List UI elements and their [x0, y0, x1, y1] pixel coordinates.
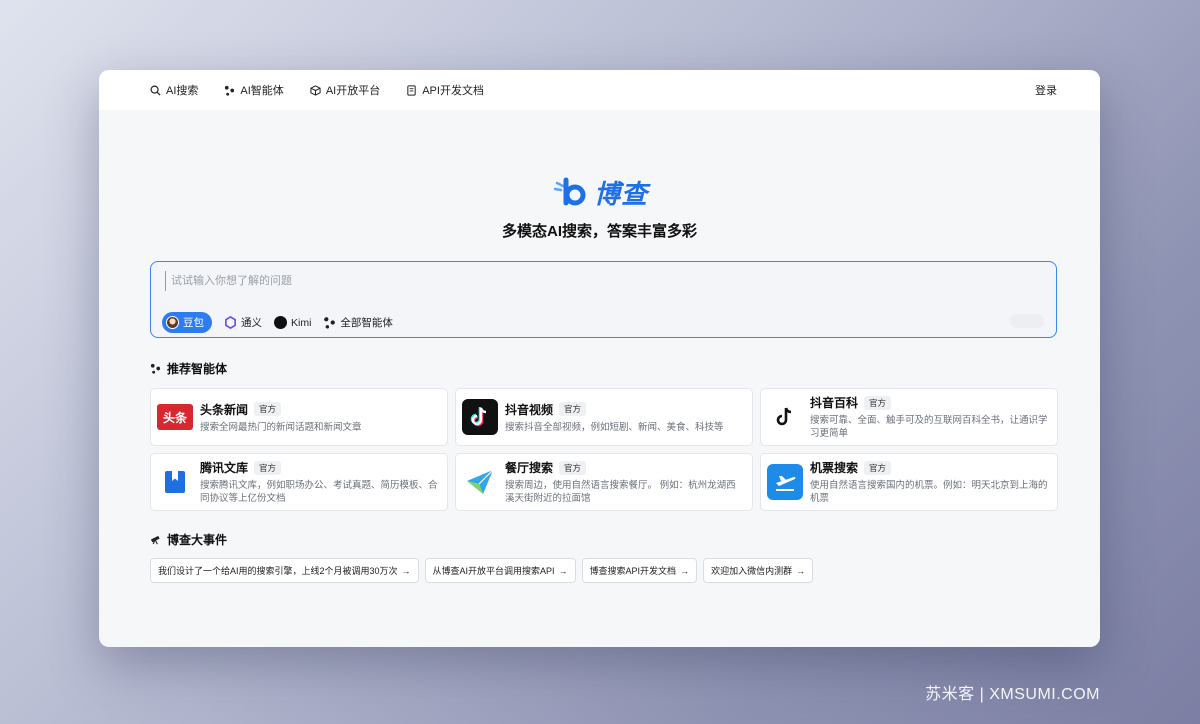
- model-label: Kimi: [291, 317, 311, 329]
- brand-logo: 博查: [554, 174, 648, 211]
- kimi-icon: [274, 316, 287, 329]
- agent-card-flight[interactable]: 机票搜索官方 使用自然语言搜索国内的机票。例如：明天北京到上海的机票: [760, 453, 1058, 511]
- model-label: 豆包: [183, 315, 204, 330]
- top-navigation: AI搜索 AI智能体 AI开放平台 API开发文档 登录: [99, 70, 1100, 110]
- arrow-right-icon: →: [559, 566, 568, 576]
- event-link[interactable]: 我们设计了一个给AI用的搜索引擎，上线2个月被调用30万次 →: [150, 558, 419, 583]
- model-doubao[interactable]: 豆包: [162, 312, 212, 333]
- card-description: 搜索周边，使用自然语言搜索餐厅。 例如：杭州龙湖西溪天街附近的拉面馆: [505, 479, 743, 505]
- send-button[interactable]: [1010, 314, 1044, 328]
- document-icon: [406, 85, 417, 96]
- login-button[interactable]: 登录: [1035, 82, 1057, 98]
- douyin-baike-logo-icon: [767, 399, 803, 435]
- agent-card-restaurant[interactable]: 餐厅搜索官方 搜索周边，使用自然语言搜索餐厅。 例如：杭州龙湖西溪天街附近的拉面…: [455, 453, 753, 511]
- card-description: 使用自然语言搜索国内的机票。例如：明天北京到上海的机票: [810, 479, 1048, 505]
- agents-icon: [323, 316, 336, 329]
- nav-label: AI搜索: [166, 82, 198, 98]
- nav-api-docs[interactable]: API开发文档: [406, 82, 484, 98]
- event-link[interactable]: 从博查AI开放平台调用搜索API →: [425, 558, 576, 583]
- agents-icon: [150, 363, 161, 374]
- official-badge: 官方: [559, 461, 586, 475]
- nav-label: API开发文档: [422, 82, 484, 98]
- agent-card-toutiao[interactable]: 头条 头条新闻官方 搜索全网最热门的新闻话题和新闻文章: [150, 388, 448, 446]
- browser-window: AI搜索 AI智能体 AI开放平台 API开发文档 登录 博查 多模态AI搜索，…: [99, 70, 1100, 647]
- official-badge: 官方: [864, 461, 891, 475]
- model-all-agents[interactable]: 全部智能体: [323, 315, 393, 330]
- section-title-text: 推荐智能体: [167, 360, 227, 377]
- agent-card-douyin-baike[interactable]: 抖音百科官方 搜索可靠、全面、触手可及的互联网百科全书，让通识学习更简单: [760, 388, 1058, 446]
- restaurant-logo-icon: [462, 464, 498, 500]
- model-label: 全部智能体: [340, 315, 393, 330]
- event-label: 我们设计了一个给AI用的搜索引擎，上线2个月被调用30万次: [158, 564, 398, 577]
- agent-card-grid: 头条 头条新闻官方 搜索全网最热门的新闻话题和新闻文章 抖音视频官方 搜索抖音全…: [150, 388, 1057, 511]
- event-label: 从博查AI开放平台调用搜索API: [433, 564, 555, 577]
- event-links: 我们设计了一个给AI用的搜索引擎，上线2个月被调用30万次 → 从博查AI开放平台…: [150, 558, 813, 583]
- arrow-right-icon: →: [402, 566, 411, 576]
- tongyi-icon: [224, 316, 237, 329]
- telescope-icon: [150, 534, 161, 545]
- model-kimi[interactable]: Kimi: [274, 316, 311, 329]
- official-badge: 官方: [864, 396, 891, 410]
- card-title: 机票搜索: [810, 459, 858, 476]
- tagline: 多模态AI搜索，答案丰富多彩: [99, 220, 1100, 241]
- model-label: 通义: [241, 315, 262, 330]
- model-selector: 豆包 通义 Kimi 全部智能体: [162, 312, 393, 333]
- official-badge: 官方: [254, 402, 281, 416]
- search-input[interactable]: [165, 271, 1025, 291]
- card-description: 搜索可靠、全面、触手可及的互联网百科全书，让通识学习更简单: [810, 414, 1048, 440]
- recommended-title: 推荐智能体: [150, 360, 227, 377]
- card-description: 搜索全网最热门的新闻话题和新闻文章: [200, 421, 362, 434]
- card-title: 腾讯文库: [200, 459, 248, 476]
- cube-icon: [310, 85, 321, 96]
- card-description: 搜索腾讯文库，例如职场办公、考试真题、简历模板、合同协议等上亿份文档: [200, 479, 438, 505]
- flight-logo-icon: [767, 464, 803, 500]
- card-title: 抖音百科: [810, 394, 858, 411]
- official-badge: 官方: [559, 402, 586, 416]
- agent-card-douyin-video[interactable]: 抖音视频官方 搜索抖音全部视频，例如短剧、新闻、美食、科技等: [455, 388, 753, 446]
- bocha-logo-icon: [554, 177, 590, 209]
- event-link[interactable]: 博查搜索API开发文档→: [582, 558, 698, 583]
- card-title: 抖音视频: [505, 401, 553, 418]
- event-label: 博查搜索API开发文档: [590, 564, 677, 577]
- tencent-wenku-logo-icon: [157, 464, 193, 500]
- doubao-avatar-icon: [166, 316, 179, 329]
- search-box: 豆包 通义 Kimi 全部智能体: [150, 261, 1057, 338]
- card-description: 搜索抖音全部视频，例如短剧、新闻、美食、科技等: [505, 421, 724, 434]
- nav-ai-platform[interactable]: AI开放平台: [310, 82, 380, 98]
- card-title: 餐厅搜索: [505, 459, 553, 476]
- card-title: 头条新闻: [200, 401, 248, 418]
- douyin-logo-icon: [462, 399, 498, 435]
- event-label: 欢迎加入微信内测群: [711, 564, 792, 577]
- section-title-text: 博查大事件: [167, 531, 227, 548]
- model-tongyi[interactable]: 通义: [224, 315, 262, 330]
- nav-label: AI开放平台: [326, 82, 380, 98]
- event-link[interactable]: 欢迎加入微信内测群 →: [703, 558, 813, 583]
- watermark: 苏米客 | XMSUMI.COM: [925, 680, 1100, 704]
- brand-name: 博查: [594, 174, 648, 211]
- official-badge: 官方: [254, 461, 281, 475]
- events-title: 博查大事件: [150, 531, 227, 548]
- agent-card-tencent-wenku[interactable]: 腾讯文库官方 搜索腾讯文库，例如职场办公、考试真题、简历模板、合同协议等上亿份文…: [150, 453, 448, 511]
- agents-icon: [224, 85, 235, 96]
- arrow-right-icon: →: [680, 566, 689, 576]
- search-icon: [150, 85, 161, 96]
- nav-label: AI智能体: [240, 82, 283, 98]
- nav-ai-agents[interactable]: AI智能体: [224, 82, 283, 98]
- toutiao-logo-icon: 头条: [157, 404, 193, 430]
- arrow-right-icon: →: [796, 566, 805, 576]
- nav-ai-search[interactable]: AI搜索: [150, 82, 198, 98]
